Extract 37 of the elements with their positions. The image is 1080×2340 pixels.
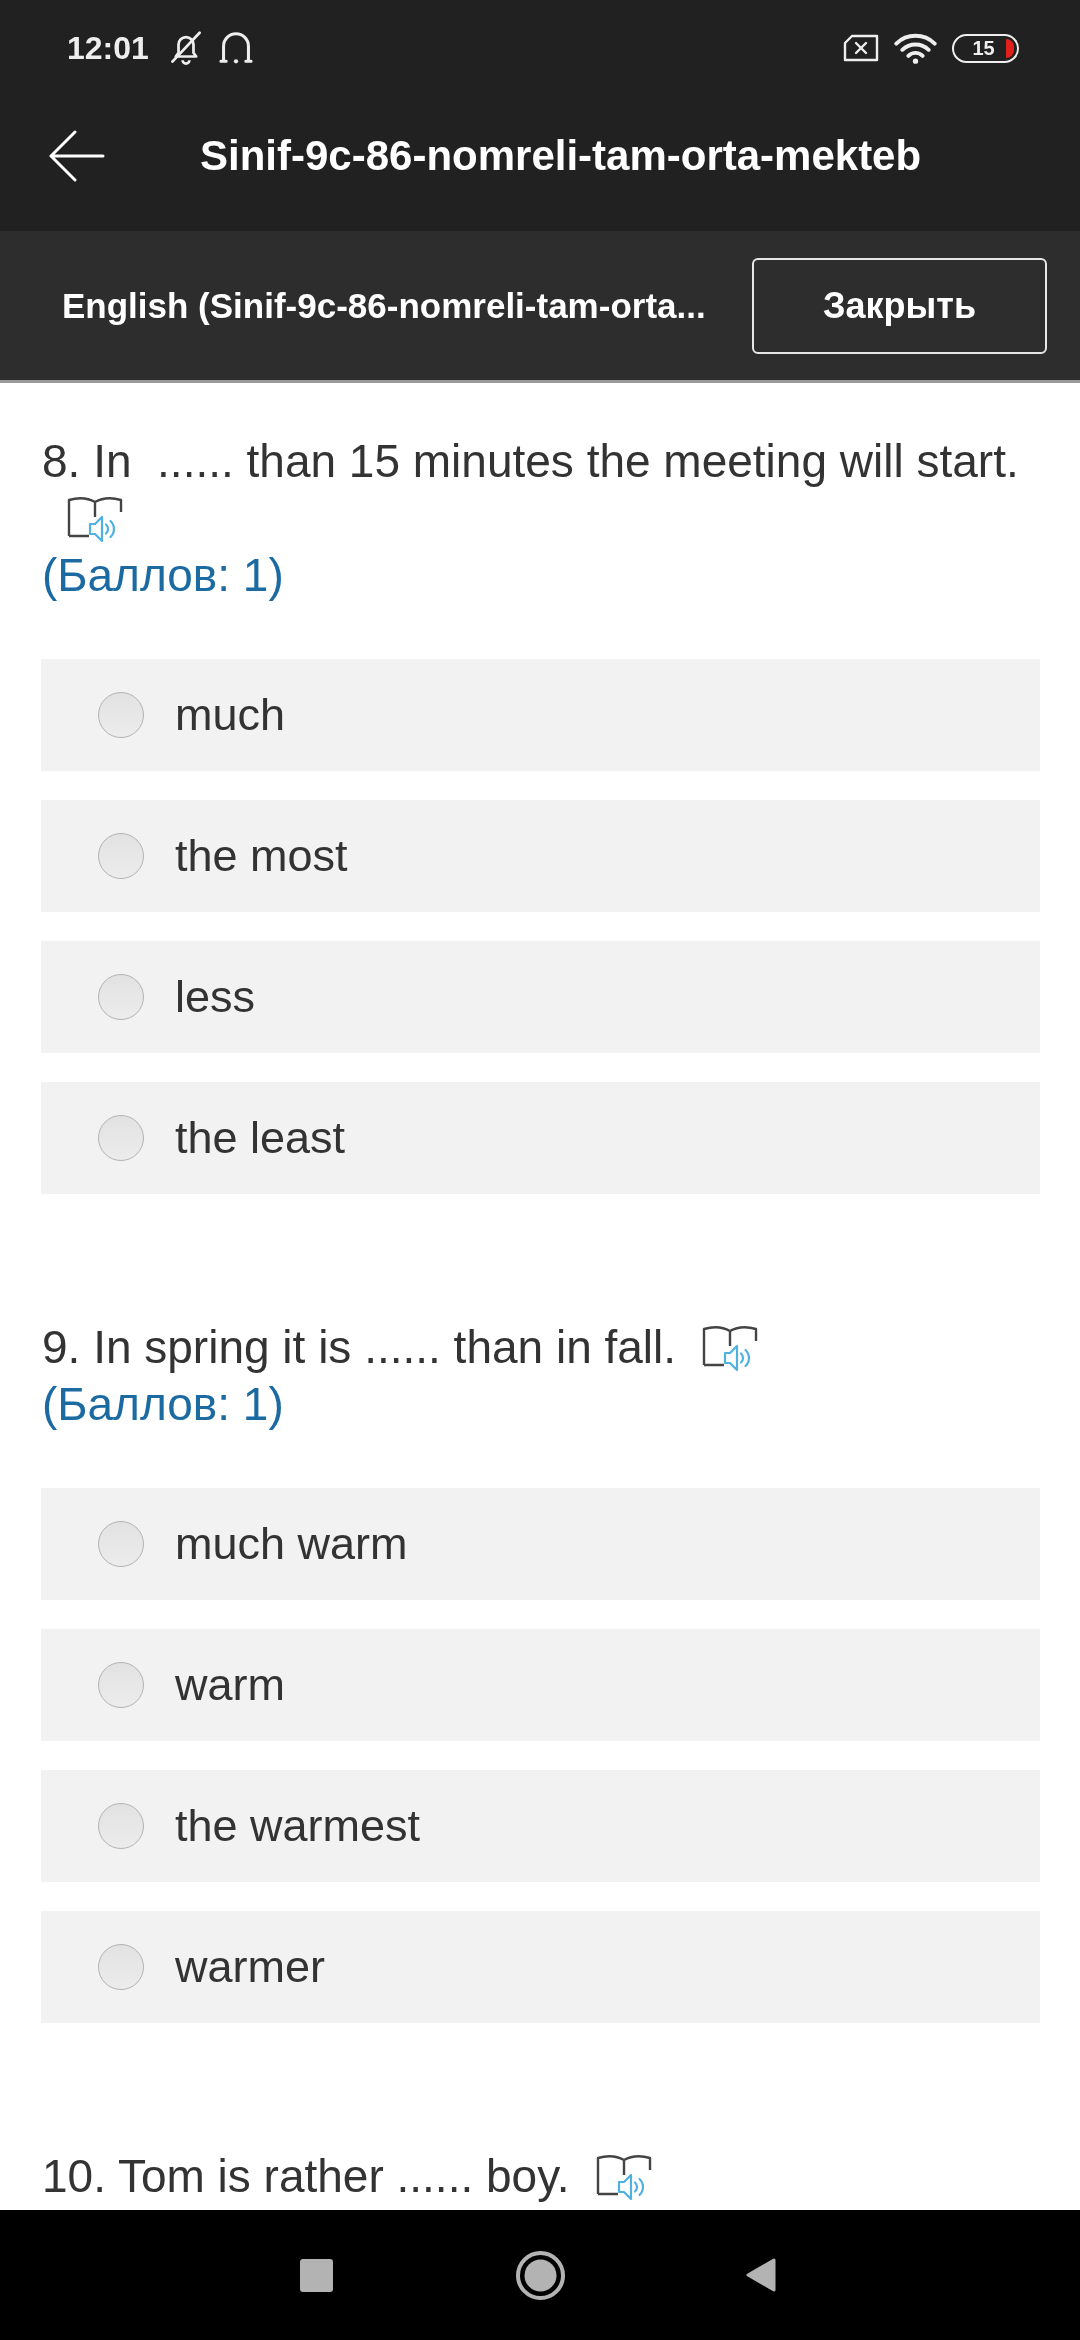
app-title: Sinif-9c-86-nomreli-tam-orta-mekteb [200, 131, 922, 180]
points-label: (Баллов: 1) [41, 1377, 285, 1432]
wifi-icon [894, 32, 937, 64]
answer-option[interactable]: less [41, 941, 1040, 1053]
answer-option[interactable]: much warm [41, 1488, 1040, 1600]
headphones-icon [217, 32, 254, 64]
question-text: 10. Tom is rather ...... boy. [41, 2150, 570, 2202]
radio-button[interactable] [98, 1115, 144, 1161]
battery-indicator: 15 [952, 33, 1019, 63]
radio-button[interactable] [98, 1944, 144, 1990]
radio-button[interactable] [98, 1521, 144, 1567]
answer-option[interactable]: warm [41, 1629, 1040, 1741]
back-arrow-icon[interactable] [48, 129, 105, 182]
radio-button[interactable] [98, 1803, 144, 1849]
status-time: 12:01 [67, 32, 149, 64]
back-icon[interactable] [745, 2257, 776, 2293]
book-speaker-icon[interactable] [702, 1324, 759, 1372]
bell-off-icon [169, 31, 202, 65]
answer-option[interactable]: warmer [41, 1911, 1040, 2023]
question-text: 9. In spring it is ...... than in fall. [41, 1321, 677, 1373]
answer-option[interactable]: the most [41, 800, 1040, 912]
close-button[interactable]: Закрыть [752, 257, 1047, 354]
quiz-title: English (Sinif-9c-86-nomreli-tam-orta... [62, 285, 706, 326]
points-label: (Баллов: 1) [41, 548, 285, 603]
book-speaker-icon[interactable] [595, 2153, 652, 2201]
book-speaker-icon[interactable] [67, 495, 123, 543]
no-sim-icon [843, 34, 879, 62]
recents-icon[interactable] [300, 2258, 333, 2292]
radio-button[interactable] [98, 1662, 144, 1708]
answer-option[interactable]: the warmest [41, 1770, 1040, 1882]
answer-option[interactable]: the least [41, 1082, 1040, 1194]
home-icon[interactable] [516, 2250, 565, 2300]
question-text: 8. In ...... than 15 minutes the meeting will start. [41, 435, 1019, 487]
answer-option[interactable]: much [41, 659, 1040, 771]
radio-button[interactable] [98, 833, 144, 879]
radio-button[interactable] [98, 974, 144, 1020]
radio-button[interactable] [98, 692, 144, 738]
